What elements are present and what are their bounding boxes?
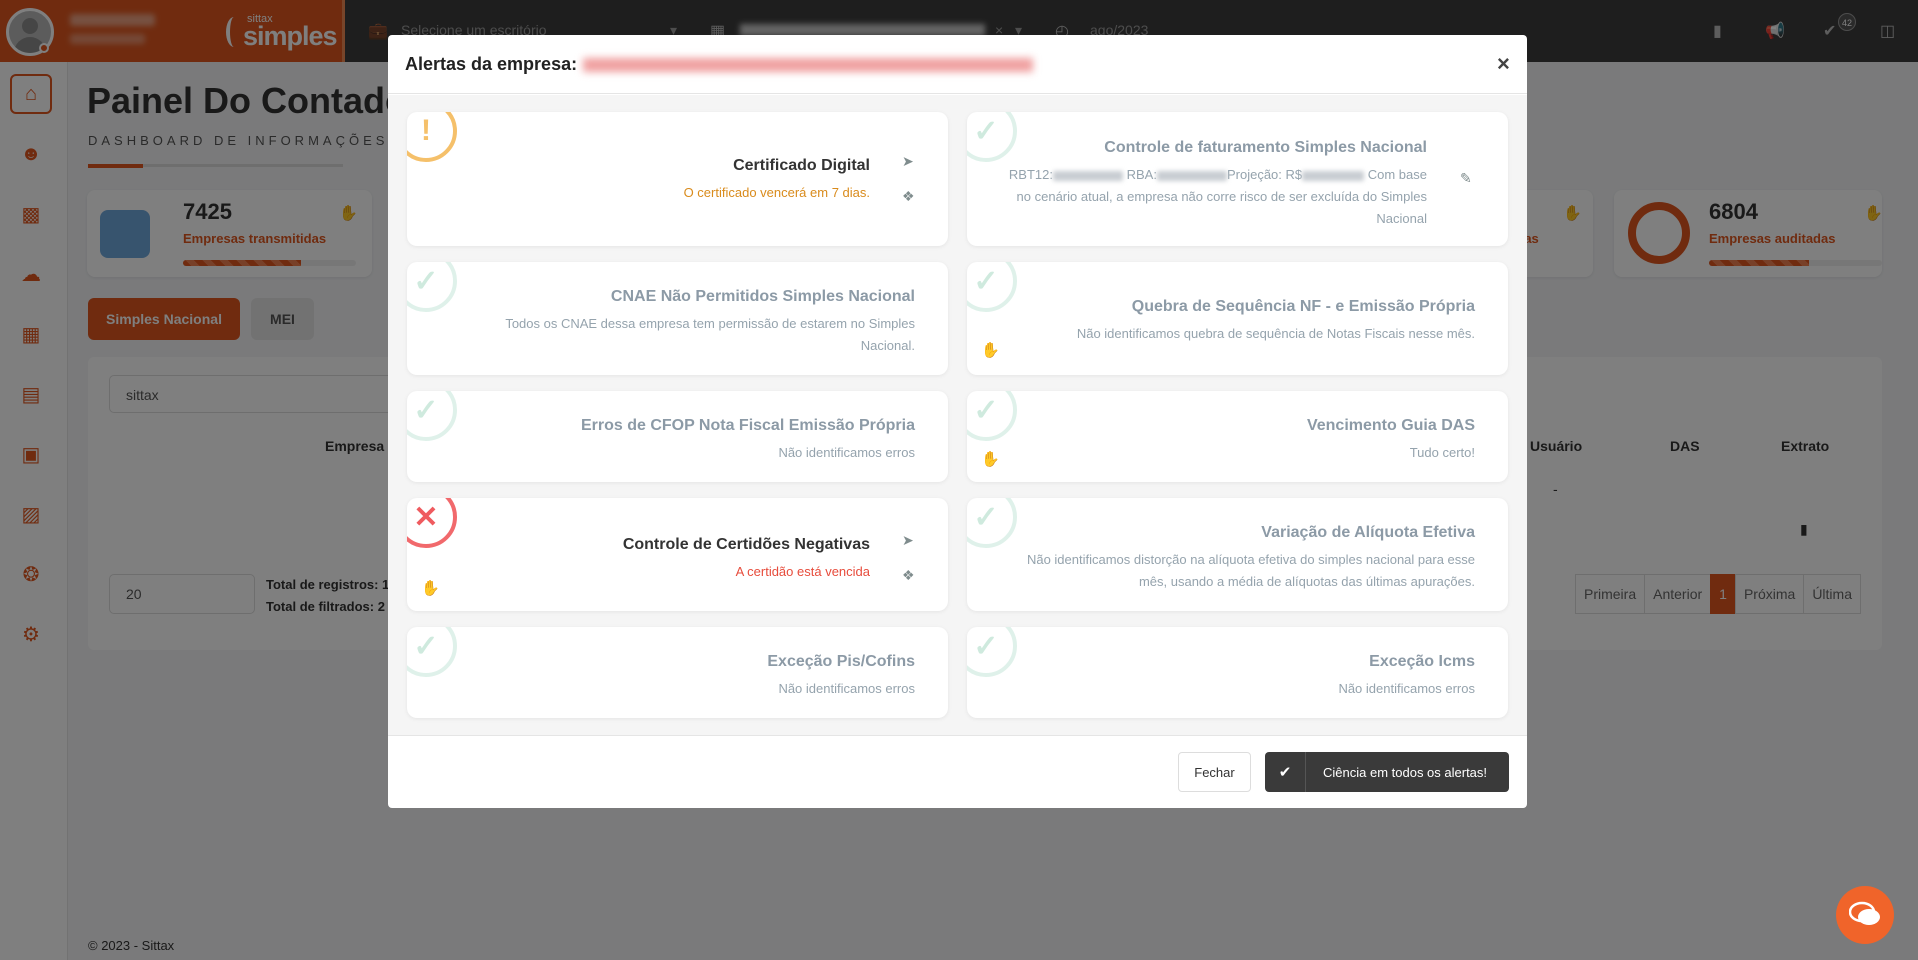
alert-card-quebra-sequencia: ✓ Quebra de Sequência NF - e Emissão Pró… bbox=[967, 262, 1508, 375]
rba-label: RBA: bbox=[1126, 167, 1157, 182]
hand-pointer-icon[interactable]: ✋ bbox=[981, 450, 1000, 468]
pin-icon[interactable]: ❖ bbox=[902, 188, 915, 205]
alert-title: Vencimento Guia DAS bbox=[1306, 417, 1475, 434]
warning-exclamation-icon: ! bbox=[407, 112, 457, 162]
alert-description: Não identificamos erros bbox=[778, 681, 915, 696]
alert-title: Certificado Digital bbox=[733, 157, 870, 174]
alert-card-certificado-digital: ! Certificado Digital O certificado venc… bbox=[407, 112, 948, 246]
error-x-icon: ✕ bbox=[407, 498, 457, 548]
description-tail: Com base bbox=[1367, 167, 1427, 182]
check-icon: ✓ bbox=[967, 112, 1017, 162]
check-icon: ✓ bbox=[407, 627, 457, 677]
send-icon[interactable]: ➤ bbox=[902, 532, 914, 549]
alert-card-erros-cfop: ✓ Erros de CFOP Nota Fiscal Emissão Próp… bbox=[407, 391, 948, 482]
alert-card-variacao-aliquota: ✓ Variação de Alíquota Efetiva Não ident… bbox=[967, 498, 1508, 611]
chat-icon bbox=[1849, 901, 1880, 925]
alert-title: Quebra de Sequência NF - e Emissão Própr… bbox=[1131, 298, 1475, 315]
alerts-modal: Alertas da empresa: × ! Certificado Digi… bbox=[388, 35, 1527, 808]
send-icon[interactable]: ➤ bbox=[902, 153, 914, 170]
alert-description: O certificado vencerá em 7 dias. bbox=[683, 185, 870, 200]
fechar-button[interactable]: Fechar bbox=[1178, 752, 1251, 792]
alert-card-excecao-icms: ✓ Exceção Icms Não identificamos erros bbox=[967, 627, 1508, 718]
alert-title: Erros de CFOP Nota Fiscal Emissão Própri… bbox=[580, 417, 915, 434]
projection-label: Projeção: R$ bbox=[1226, 167, 1303, 182]
alert-title: Variação de Alíquota Efetiva bbox=[1261, 524, 1475, 541]
alert-title: CNAE Não Permitidos Simples Nacional bbox=[610, 288, 915, 305]
user-edit-icon[interactable]: ✎ bbox=[1460, 170, 1472, 187]
chat-button[interactable] bbox=[1836, 886, 1894, 944]
alert-description: Não identificamos erros bbox=[778, 445, 915, 460]
ciencia-todos-button[interactable]: ✔ Ciência em todos os alertas! bbox=[1265, 752, 1509, 792]
projection-value-redacted bbox=[1302, 170, 1365, 181]
alert-title: Exceção Icms bbox=[1369, 653, 1475, 670]
ciencia-button-label: Ciência em todos os alertas! bbox=[1323, 764, 1488, 780]
alerts-grid: ! Certificado Digital O certificado venc… bbox=[388, 95, 1527, 735]
alert-description: Não identificamos erros bbox=[1338, 681, 1475, 696]
description-rest: no cenário atual, a empresa não corre ri… bbox=[1016, 189, 1427, 226]
rba-value-redacted bbox=[1156, 170, 1227, 181]
alert-title: Exceção Pis/Cofins bbox=[767, 653, 915, 670]
modal-title-label: Alertas da empresa: bbox=[405, 54, 578, 74]
alert-card-controle-faturamento: ✓ Controle de faturamento Simples Nacion… bbox=[967, 112, 1508, 246]
alert-description: Não identificamos distorção na alíquota … bbox=[1026, 552, 1475, 589]
alert-description: RBT12: RBA: Projeção: R$ Com base no cená… bbox=[1000, 164, 1427, 230]
alert-card-excecao-pis-cofins: ✓ Exceção Pis/Cofins Não identificamos e… bbox=[407, 627, 948, 718]
alert-card-certidoes-negativas: ✕ Controle de Certidões Negativas A cert… bbox=[407, 498, 948, 611]
checkmark-icon: ✔ bbox=[1278, 764, 1292, 781]
alert-description: Todos os CNAE dessa empresa tem permissã… bbox=[505, 316, 915, 353]
alert-description: Tudo certo! bbox=[1409, 445, 1475, 460]
rbt12-value-redacted bbox=[1053, 170, 1123, 181]
modal-title: Alertas da empresa: bbox=[405, 54, 1034, 75]
check-icon: ✓ bbox=[967, 262, 1017, 312]
alert-description: Não identificamos quebra de sequência de… bbox=[1076, 326, 1475, 341]
check-icon: ✓ bbox=[967, 498, 1017, 548]
alert-card-vencimento-das: ✓ Vencimento Guia DAS Tudo certo! ✋ bbox=[967, 391, 1508, 482]
modal-header: Alertas da empresa: × bbox=[388, 35, 1527, 94]
rbt12-label: RBT12: bbox=[1008, 167, 1053, 182]
alert-title: Controle de Certidões Negativas bbox=[622, 536, 870, 553]
check-icon: ✓ bbox=[967, 627, 1017, 677]
alert-description: A certidão está vencida bbox=[735, 564, 870, 579]
pin-icon[interactable]: ❖ bbox=[902, 567, 915, 584]
close-icon[interactable]: × bbox=[1497, 51, 1510, 77]
alert-card-cnae: ✓ CNAE Não Permitidos Simples Nacional T… bbox=[407, 262, 948, 375]
hand-pointer-icon[interactable]: ✋ bbox=[421, 579, 440, 597]
check-icon: ✓ bbox=[407, 391, 457, 441]
check-icon: ✓ bbox=[967, 391, 1017, 441]
alert-title: Controle de faturamento Simples Nacional bbox=[1104, 139, 1427, 156]
check-icon: ✓ bbox=[407, 262, 457, 312]
hand-pointer-icon[interactable]: ✋ bbox=[981, 341, 1000, 359]
company-name-redacted bbox=[583, 58, 1034, 73]
